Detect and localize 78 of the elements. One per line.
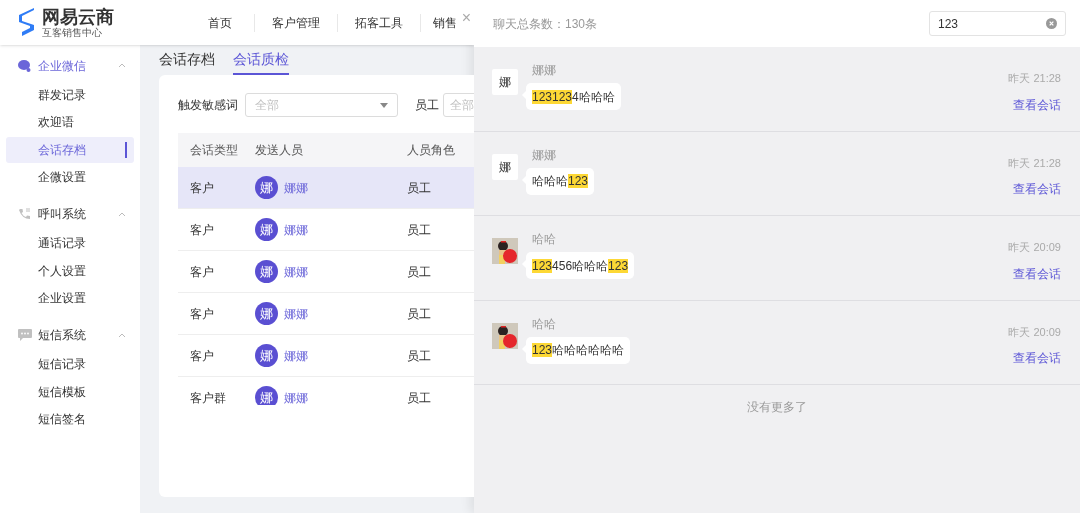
avatar: 娜 xyxy=(255,344,278,367)
table-cell-text: 客户 xyxy=(190,179,215,197)
sender-name: 娜娜 xyxy=(532,62,557,79)
end-of-list-text: 没有更多了 xyxy=(747,399,807,416)
sidebar-item[interactable]: 通话记录 xyxy=(6,230,134,256)
timestamp: 昨天 20:09 xyxy=(1008,324,1061,340)
sidebar-item[interactable]: 短信模板 xyxy=(6,378,134,405)
select-field[interactable]: 全部 xyxy=(443,93,474,117)
table-cell-text: 员工 xyxy=(407,263,432,281)
avatar: 娜 xyxy=(255,386,278,405)
sidebar-item[interactable]: 短信记录 xyxy=(6,351,134,377)
select-input[interactable]: 全部 xyxy=(255,96,335,114)
search-field[interactable]: 123 xyxy=(929,11,1066,36)
table-cell-text: 客户 xyxy=(190,221,215,239)
sidebar-group[interactable]: 短信系统 xyxy=(6,320,134,350)
avatar: 娜 xyxy=(492,69,518,95)
chat-icon xyxy=(18,59,31,72)
sender-link[interactable]: 娜娜 xyxy=(284,304,308,323)
table-cell-text: 员工 xyxy=(407,389,432,405)
message-text: 哈哈哈123 xyxy=(532,173,589,190)
view-conversation-link[interactable]: 查看会话 xyxy=(1013,180,1061,198)
table-row[interactable]: 客户 娜 娜娜 员工 xyxy=(178,167,474,209)
avatar: 娜 xyxy=(255,218,278,241)
avatar: 娜 xyxy=(255,302,278,325)
column-header: 发送人员 xyxy=(255,142,304,159)
nav-link[interactable]: 首页 xyxy=(185,13,255,32)
sidebar-item[interactable]: 会话存档 xyxy=(6,136,134,163)
clear-icon[interactable] xyxy=(1046,18,1057,29)
sender-link[interactable]: 娜娜 xyxy=(284,262,308,281)
avatar: 娜 xyxy=(255,176,278,199)
sidebar-item[interactable]: 个人设置 xyxy=(6,257,134,284)
search-input[interactable]: 123 xyxy=(938,14,1028,33)
sender-name: 哈哈 xyxy=(532,231,557,248)
column-header: 人员角色 xyxy=(407,142,456,159)
table-cell-text: 客户群 xyxy=(190,389,227,405)
sidebar-item[interactable]: 欢迎语 xyxy=(6,109,134,135)
view-conversation-link[interactable]: 查看会话 xyxy=(1013,95,1061,114)
filter-label: 员工 xyxy=(415,97,439,114)
timestamp: 昨天 21:28 xyxy=(1008,71,1061,86)
sidebar-item[interactable]: 群发记录 xyxy=(6,81,134,108)
table-cell-text: 员工 xyxy=(407,305,432,323)
sidebar-group[interactable]: 企业微信 xyxy=(6,51,134,80)
sender-link[interactable]: 娜娜 xyxy=(284,220,308,239)
nav-link[interactable]: 拓客工具 xyxy=(338,13,421,32)
phone-icon xyxy=(18,208,31,220)
message-count: 聊天总条数：130条 xyxy=(493,15,598,33)
sender-link[interactable]: 娜娜 xyxy=(284,346,308,365)
sidebar-item[interactable]: 企微设置 xyxy=(6,164,134,190)
table-cell-text: 客户 xyxy=(190,305,215,323)
sidebar-item[interactable]: 企业设置 xyxy=(6,285,134,311)
avatar: 娜 xyxy=(255,260,278,283)
sender-name: 娜娜 xyxy=(532,146,557,164)
view-conversation-link[interactable]: 查看会话 xyxy=(1013,349,1061,367)
sidebar-item[interactable]: 短信签名 xyxy=(6,406,134,432)
nav-link[interactable]: 客户管理 xyxy=(255,13,338,32)
table-cell-text: 客户 xyxy=(190,263,215,281)
sender-name: 哈哈 xyxy=(532,315,557,333)
message-icon xyxy=(18,329,32,341)
sender-link[interactable]: 娜娜 xyxy=(284,178,308,197)
avatar: 娜 xyxy=(492,153,518,180)
logo-tagline: 互客销售中心 xyxy=(42,27,103,38)
select-field[interactable]: 全部 xyxy=(245,93,398,117)
dropdown-icon xyxy=(380,102,388,108)
table-cell-text: 员工 xyxy=(407,347,432,365)
filter-label: 触发敏感词 xyxy=(178,97,238,114)
table-cell-text: 员工 xyxy=(407,179,432,197)
timestamp: 昨天 20:09 xyxy=(1008,240,1061,255)
sidebar-group[interactable]: 呼叫系统 xyxy=(6,199,134,229)
sender-link[interactable]: 娜娜 xyxy=(284,388,308,405)
column-header: 会话类型 xyxy=(190,142,239,159)
select-input[interactable]: 全部 xyxy=(450,96,474,114)
table-cell-text: 员工 xyxy=(407,221,432,239)
logo-name: 网易云商 xyxy=(42,7,114,26)
nav-link[interactable]: 销售 xyxy=(421,13,457,32)
view-conversation-link[interactable]: 查看会话 xyxy=(1013,264,1061,283)
timestamp: 昨天 21:28 xyxy=(1008,155,1061,171)
tab[interactable]: 会话存档 xyxy=(159,49,215,75)
table-cell-text: 客户 xyxy=(190,347,215,365)
